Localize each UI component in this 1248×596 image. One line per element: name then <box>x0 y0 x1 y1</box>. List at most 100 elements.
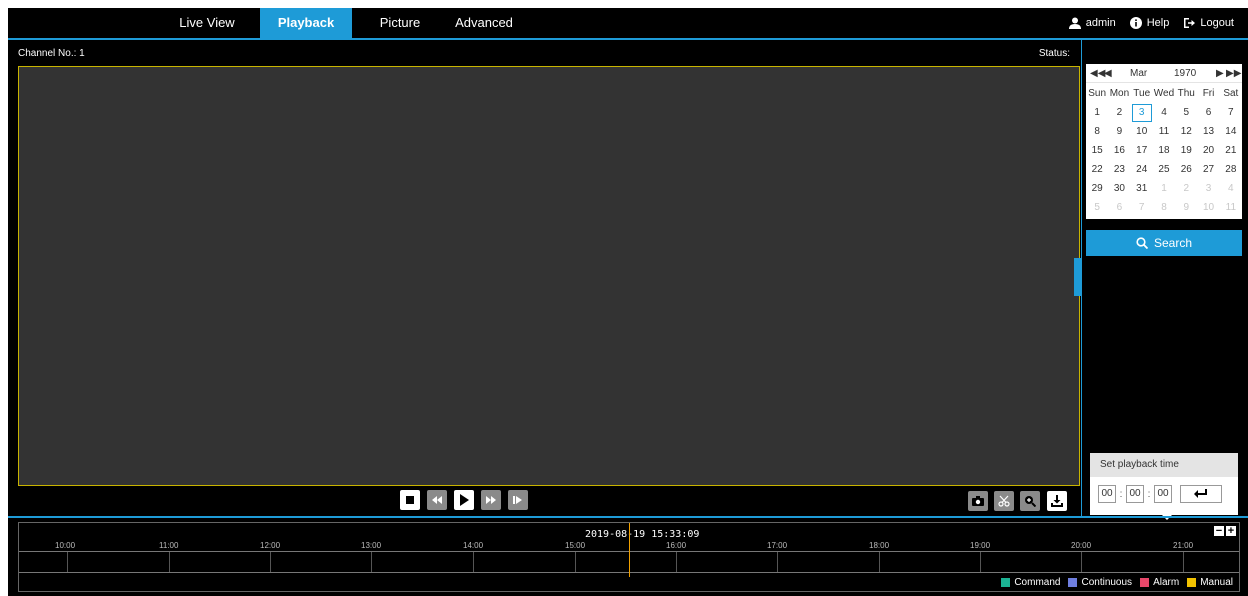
calendar-day[interactable]: 17 <box>1131 141 1153 160</box>
calendar-day[interactable]: 9 <box>1108 122 1130 141</box>
calendar-day[interactable]: 28 <box>1220 160 1242 179</box>
search-label: Search <box>1153 236 1193 250</box>
hour-label: 13:00 <box>361 541 382 550</box>
calendar-week: 5 6 7 8 9 10 11 <box>1086 198 1242 217</box>
zoom-out-button[interactable]: − <box>1214 526 1224 537</box>
zoom-in-button[interactable]: + <box>1226 526 1236 537</box>
calendar-day-other-month[interactable]: 11 <box>1220 198 1242 217</box>
legend-item: Continuous <box>1068 577 1132 588</box>
hour-label: 18:00 <box>869 541 890 550</box>
calendar-day[interactable]: 2 <box>1108 103 1130 122</box>
record-type-legend: Command Continuous Alarm Manual <box>993 577 1233 588</box>
calendar-day[interactable]: 5 <box>1175 103 1197 122</box>
calendar-day[interactable]: 6 <box>1197 103 1219 122</box>
calendar-day[interactable]: 27 <box>1197 160 1219 179</box>
time-cursor[interactable] <box>629 523 630 577</box>
calendar-day-selected[interactable]: 3 <box>1131 103 1153 122</box>
calendar-day-other-month[interactable]: 10 <box>1197 198 1219 217</box>
calendar-day-other-month[interactable]: 1 <box>1153 179 1175 198</box>
calendar-day-other-month[interactable]: 7 <box>1131 198 1153 217</box>
hour-label: 16:00 <box>666 541 687 550</box>
calendar-day[interactable]: 21 <box>1220 141 1242 160</box>
single-frame-button[interactable] <box>508 490 528 510</box>
calendar-day[interactable]: 30 <box>1108 179 1130 198</box>
slow-down-button[interactable] <box>427 490 447 510</box>
hour-label: 19:00 <box>970 541 991 550</box>
calendar-day[interactable]: 8 <box>1086 122 1108 141</box>
calendar-day-other-month[interactable]: 4 <box>1220 179 1242 198</box>
camera-icon <box>972 496 984 506</box>
calendar-day[interactable]: 11 <box>1153 122 1175 141</box>
fast-forward-icon <box>486 496 496 504</box>
speed-up-button[interactable] <box>481 490 501 510</box>
command-swatch <box>1001 578 1011 587</box>
hour-tick <box>1081 552 1082 572</box>
hour-tick <box>169 552 170 572</box>
calendar-day[interactable]: 19 <box>1175 141 1197 160</box>
tab-picture[interactable]: Picture <box>370 8 430 38</box>
stop-button[interactable] <box>400 490 420 510</box>
continuous-swatch <box>1068 578 1078 587</box>
calendar-day[interactable]: 22 <box>1086 160 1108 179</box>
search-button[interactable]: Search <box>1086 230 1242 256</box>
capture-button[interactable] <box>968 491 988 511</box>
panel-toggle-handle[interactable] <box>1074 258 1081 296</box>
calendar-day[interactable]: 12 <box>1175 122 1197 141</box>
timeline[interactable]: 2019-08-19 15:33:09 10:00 11:00 12:00 13… <box>18 522 1240 592</box>
calendar-month[interactable]: Mar <box>1130 68 1147 79</box>
manual-swatch <box>1187 578 1197 587</box>
help-link[interactable]: Help <box>1129 17 1169 29</box>
calendar-day[interactable]: 25 <box>1153 160 1175 179</box>
calendar-day-other-month[interactable]: 6 <box>1108 198 1130 217</box>
video-window[interactable] <box>18 66 1080 486</box>
calendar-day[interactable]: 16 <box>1108 141 1130 160</box>
digital-zoom-button[interactable] <box>1020 491 1040 511</box>
calendar-day-other-month[interactable]: 8 <box>1153 198 1175 217</box>
calendar-header: ◀◀ ◀ Mar 1970 ▶ ▶▶ <box>1086 64 1242 83</box>
tab-advanced[interactable]: Advanced <box>448 8 520 38</box>
download-button[interactable] <box>1047 491 1067 511</box>
calendar-day-other-month[interactable]: 3 <box>1197 179 1219 198</box>
calendar-week: 29 30 31 1 2 3 4 <box>1086 179 1242 198</box>
calendar-day-other-month[interactable]: 9 <box>1175 198 1197 217</box>
tab-playback[interactable]: Playback <box>260 8 352 38</box>
calendar-day[interactable]: 20 <box>1197 141 1219 160</box>
logout-link[interactable]: Logout <box>1183 17 1234 29</box>
calendar-day[interactable]: 26 <box>1175 160 1197 179</box>
calendar-day[interactable]: 4 <box>1153 103 1175 122</box>
next-year-icon[interactable]: ▶▶ <box>1226 68 1241 79</box>
calendar-day-other-month[interactable]: 2 <box>1175 179 1197 198</box>
calendar-day[interactable]: 31 <box>1131 179 1153 198</box>
play-button[interactable] <box>454 490 474 510</box>
second-input[interactable]: 00 <box>1154 485 1172 503</box>
enter-icon <box>1194 489 1207 498</box>
weekday-label: Sat <box>1223 88 1239 99</box>
calendar-year[interactable]: 1970 <box>1174 68 1196 79</box>
calendar-day[interactable]: 1 <box>1086 103 1108 122</box>
calendar-day[interactable]: 14 <box>1220 122 1242 141</box>
hour-label: 20:00 <box>1071 541 1092 550</box>
tab-live-view[interactable]: Live View <box>168 8 246 38</box>
next-month-icon[interactable]: ▶ <box>1216 68 1224 79</box>
calendar-day[interactable]: 15 <box>1086 141 1108 160</box>
hour-tick <box>879 552 880 572</box>
hour-input[interactable]: 00 <box>1098 485 1116 503</box>
calendar-day[interactable]: 10 <box>1131 122 1153 141</box>
go-to-time-button[interactable] <box>1180 485 1222 503</box>
calendar-day-other-month[interactable]: 5 <box>1086 198 1108 217</box>
frame-step-icon <box>513 496 522 504</box>
calendar-day[interactable]: 23 <box>1108 160 1130 179</box>
calendar-day[interactable]: 13 <box>1197 122 1219 141</box>
legend-item: Command <box>1001 577 1060 588</box>
calendar-day[interactable]: 18 <box>1153 141 1175 160</box>
rewind-icon <box>432 496 442 504</box>
minute-input[interactable]: 00 <box>1126 485 1144 503</box>
prev-month-icon[interactable]: ◀ <box>1104 68 1112 79</box>
user-item[interactable]: admin <box>1068 17 1116 29</box>
calendar-day[interactable]: 7 <box>1220 103 1242 122</box>
calendar-day[interactable]: 29 <box>1086 179 1108 198</box>
logout-label: Logout <box>1200 17 1234 29</box>
calendar-day[interactable]: 24 <box>1131 160 1153 179</box>
clip-button[interactable] <box>994 491 1014 511</box>
user-menu: admin Help Logout <box>1068 8 1248 38</box>
